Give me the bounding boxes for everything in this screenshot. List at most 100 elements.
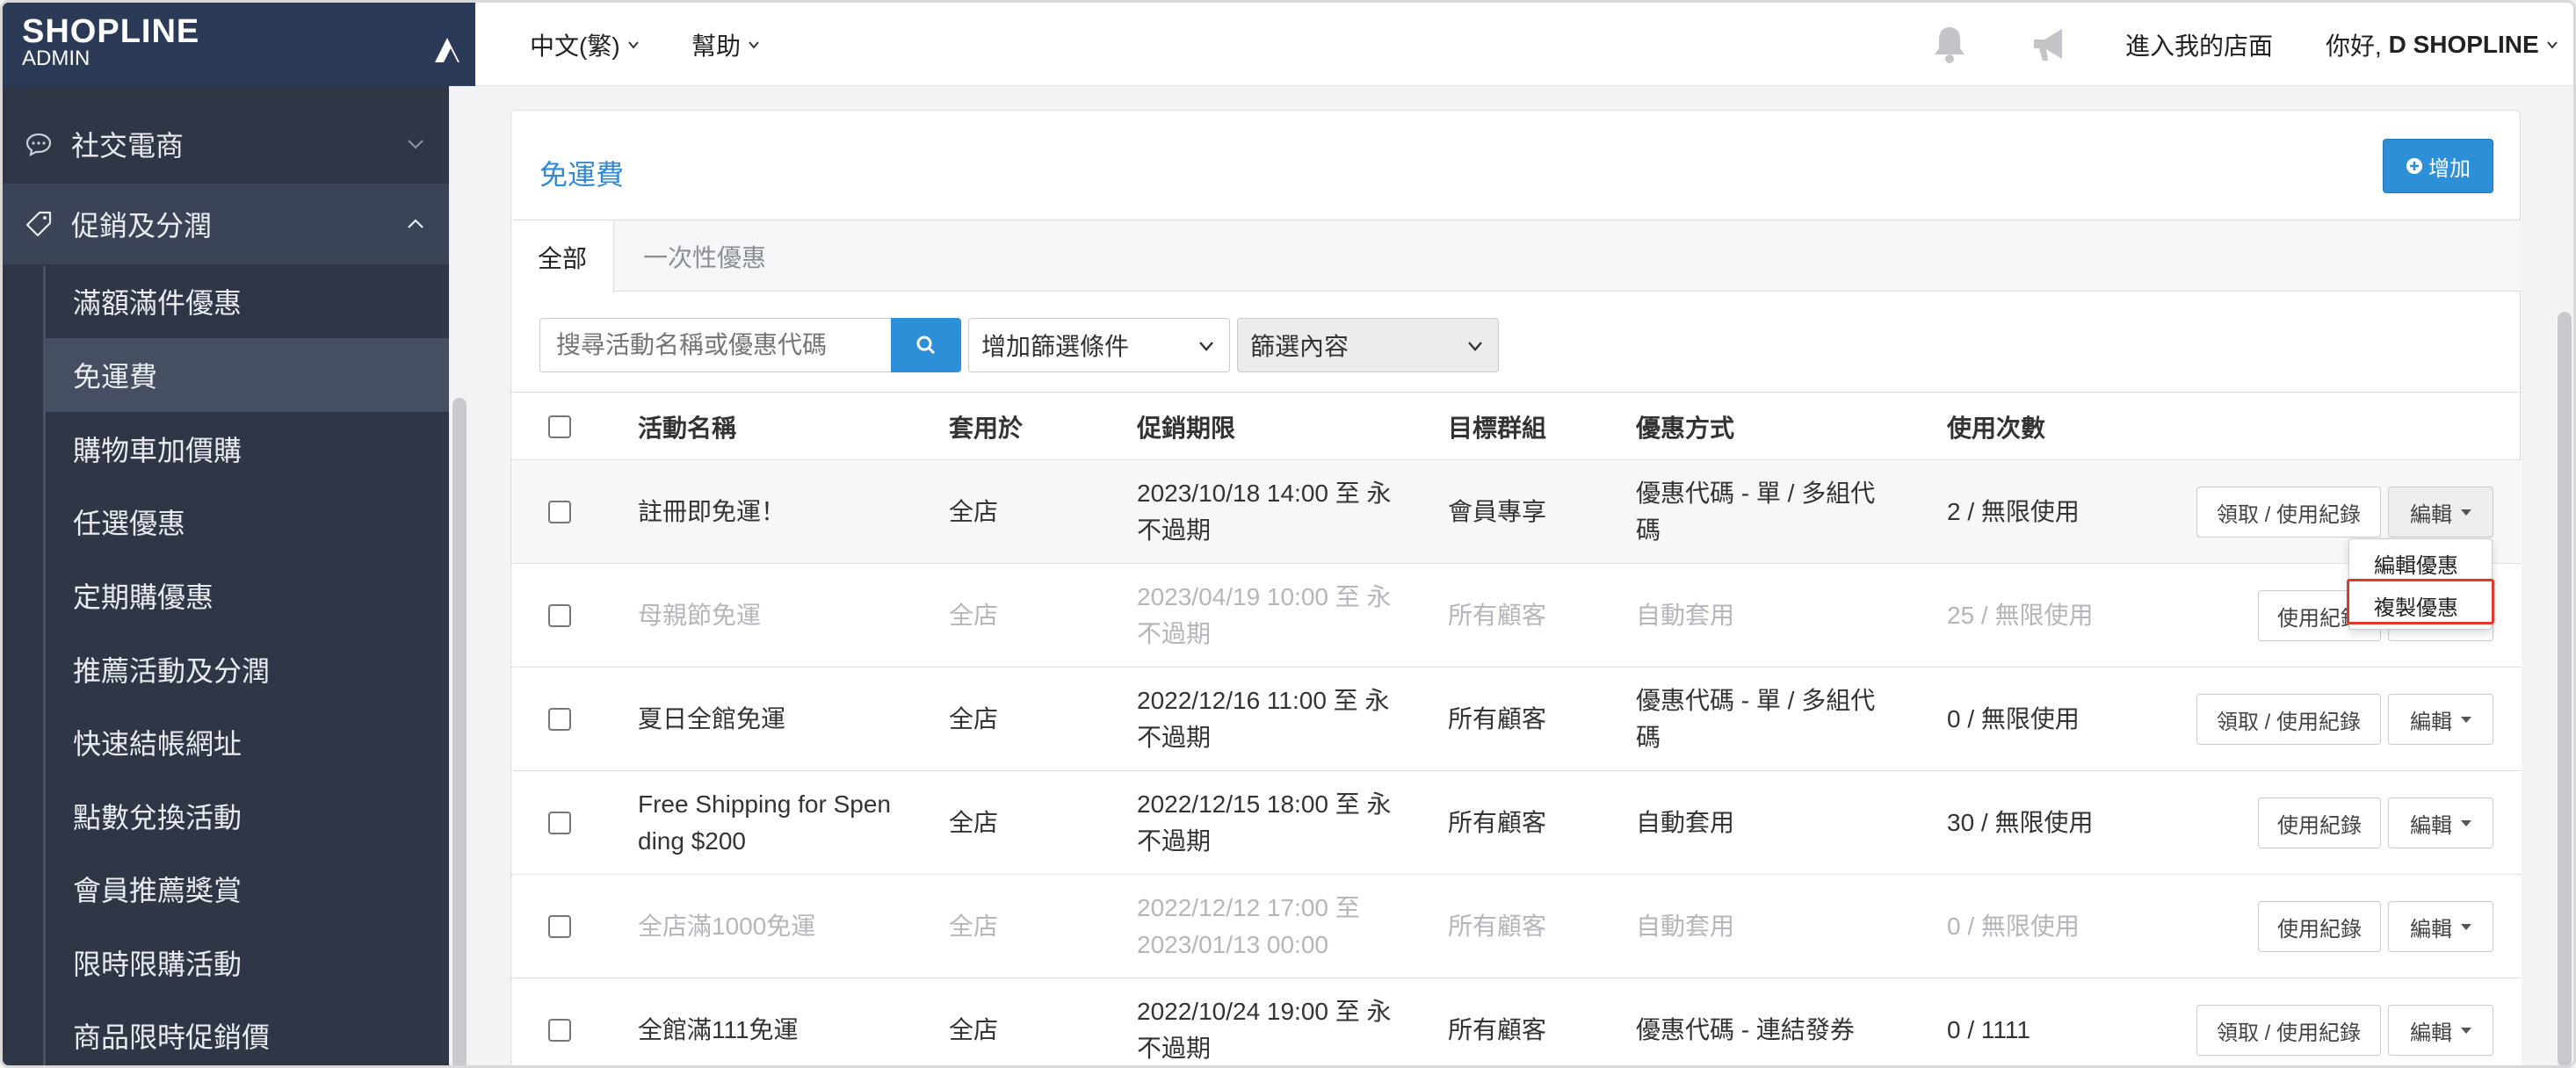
- cell-method: 自動套用: [1636, 913, 1735, 940]
- button-label: 領取 / 使用紀錄: [2216, 1021, 2361, 1045]
- filter-content-select[interactable]: 篩選內容: [1237, 318, 1499, 372]
- bell-icon[interactable]: [1927, 22, 1972, 68]
- sidebar-item-subscription[interactable]: 定期購優惠: [45, 559, 449, 632]
- page-frame: SHOPLINE ADMIN 社交電商 促銷及分潤 滿額滿件優惠 免運費 購物車…: [0, 0, 2576, 1068]
- column-header-applies[interactable]: 套用於: [949, 393, 1023, 461]
- sidebar-group-label: 促銷及分潤: [71, 210, 213, 242]
- row-checkbox[interactable]: [548, 915, 571, 938]
- cell-applies: 全店: [949, 498, 999, 525]
- column-header-usage[interactable]: 使用次數: [1947, 393, 2045, 461]
- edit-dropdown-button[interactable]: 編輯: [2388, 487, 2493, 538]
- sidebar-scrollbar[interactable]: [452, 398, 467, 1065]
- sidebar-item-threshold-discount[interactable]: 滿額滿件優惠: [45, 264, 449, 338]
- help-menu[interactable]: 幫助: [691, 3, 760, 86]
- sidebar-group-promotions[interactable]: 促銷及分潤: [3, 184, 449, 264]
- language-selector[interactable]: 中文(繁): [530, 3, 640, 86]
- row-checkbox[interactable]: [548, 604, 571, 627]
- language-label: 中文(繁): [530, 32, 620, 60]
- cell-usage: 0 / 無限使用: [1947, 913, 2080, 940]
- top-bar: 中文(繁) 幫助 進入我的店面 你好, D SHOPLINE: [475, 3, 2573, 86]
- sidebar-item-limited-purchase[interactable]: 限時限購活動: [45, 926, 449, 999]
- sidebar-item-free-shipping[interactable]: 免運費: [45, 338, 449, 412]
- sidebar-item-points-redemption[interactable]: 點數兌換活動: [45, 779, 449, 853]
- cell-name: 母親節免運: [638, 602, 762, 629]
- chevron-down-icon: [627, 40, 639, 49]
- tab-all[interactable]: 全部: [511, 220, 615, 293]
- cell-usage: 0 / 1111: [1947, 1016, 2030, 1043]
- table-header: 活動名稱 套用於 促銷期限 目標群組 優惠方式 使用次數: [511, 392, 2522, 460]
- button-label: 編輯: [2410, 502, 2452, 527]
- column-header-name[interactable]: 活動名稱: [638, 393, 736, 461]
- cell-usage: 25 / 無限使用: [1947, 602, 2094, 629]
- help-label: 幫助: [691, 32, 742, 60]
- main-scrollbar[interactable]: [2558, 312, 2572, 1065]
- sidebar-item-label: 快速結帳網址: [73, 728, 242, 760]
- logo-area[interactable]: SHOPLINE ADMIN: [3, 3, 475, 86]
- column-header-period[interactable]: 促銷期限: [1137, 393, 1235, 461]
- sidebar-item-bundle-pricing[interactable]: 任選優惠: [45, 485, 449, 559]
- cell-target: 所有顧客: [1448, 1016, 1547, 1043]
- cell-usage: 30 / 無限使用: [1947, 809, 2094, 836]
- sidebar-group-label: 社交電商: [71, 130, 185, 162]
- row-checkbox[interactable]: [548, 501, 571, 523]
- sidebar-item-express-checkout[interactable]: 快速結帳網址: [45, 705, 449, 779]
- cell-method: 優惠代碼 - 單 / 多組代碼: [1636, 480, 1876, 544]
- user-menu[interactable]: 你好, D SHOPLINE: [2326, 3, 2558, 86]
- search-input[interactable]: [539, 318, 891, 372]
- row-checkbox[interactable]: [548, 1019, 571, 1042]
- table-row[interactable]: Free Shipping for Spending $200 全店 2022/…: [511, 771, 2522, 875]
- usage-record-button[interactable]: 使用紀錄: [2258, 797, 2381, 848]
- sidebar-item-label: 推薦活動及分潤: [73, 655, 271, 687]
- tab-label: 一次性優惠: [643, 244, 767, 271]
- edit-dropdown-button[interactable]: 編輯: [2388, 1005, 2493, 1056]
- add-label: 增加: [2428, 156, 2471, 181]
- logo-mark-icon: [405, 3, 475, 86]
- chevron-up-icon: [408, 219, 423, 228]
- caret-down-icon: [2461, 1027, 2471, 1034]
- column-header-method[interactable]: 優惠方式: [1636, 393, 1734, 461]
- sidebar-item-affiliate[interactable]: 推薦活動及分潤: [45, 632, 449, 706]
- usage-record-button[interactable]: 使用紀錄: [2258, 901, 2381, 952]
- sidebar-item-flash-price[interactable]: 商品限時促銷價: [45, 999, 449, 1065]
- cell-method: 優惠代碼 - 連結發券: [1636, 1016, 1855, 1043]
- row-checkbox[interactable]: [548, 812, 571, 834]
- table-row[interactable]: 夏日全館免運 全店 2022/12/16 11:00 至 永不過期 所有顧客 優…: [511, 668, 2522, 771]
- cell-target: 會員專享: [1448, 498, 1547, 525]
- visit-store-link[interactable]: 進入我的店面: [2125, 3, 2273, 86]
- cell-period: 2022/12/16 11:00 至 永不過期: [1137, 687, 1390, 751]
- edit-dropdown-button[interactable]: 編輯: [2388, 901, 2493, 952]
- sidebar-item-cart-addon[interactable]: 購物車加價購: [45, 412, 449, 486]
- table-row[interactable]: 全館滿111免運 全店 2022/10/24 19:00 至 永不過期 所有顧客…: [511, 978, 2522, 1065]
- table-row[interactable]: 註冊即免運！ 全店 2023/10/18 14:00 至 永不過期 會員專享 優…: [511, 460, 2522, 564]
- table-row[interactable]: 母親節免運 全店 2023/04/19 10:00 至 永不過期 所有顧客 自動…: [511, 564, 2522, 668]
- cell-period: 2022/12/12 17:00 至 2023/01/13 00:00: [1137, 894, 1360, 958]
- caret-down-icon: [2461, 819, 2471, 826]
- edit-dropdown-button[interactable]: 編輯: [2388, 694, 2493, 745]
- add-filter-select[interactable]: 增加篩選條件: [968, 318, 1230, 372]
- button-label: 編輯: [2410, 710, 2452, 734]
- cell-name: 註冊即免運！: [638, 498, 786, 525]
- edit-dropdown-button[interactable]: 編輯: [2388, 797, 2493, 848]
- cell-method: 優惠代碼 - 單 / 多組代碼: [1636, 687, 1876, 751]
- tab-one-time[interactable]: 一次性優惠: [617, 220, 792, 292]
- sidebar-item-member-referral[interactable]: 會員推薦獎賞: [45, 852, 449, 926]
- page-title: 免運費: [539, 159, 625, 191]
- sidebar-item-label: 滿額滿件優惠: [73, 287, 242, 319]
- sidebar-group-social-commerce[interactable]: 社交電商: [3, 104, 449, 184]
- sidebar: SHOPLINE ADMIN 社交電商 促銷及分潤 滿額滿件優惠 免運費 購物車…: [3, 3, 475, 1065]
- column-header-target[interactable]: 目標群組: [1448, 393, 1546, 461]
- megaphone-icon[interactable]: [2027, 22, 2073, 68]
- cell-period: 2022/10/24 19:00 至 永不過期: [1137, 998, 1392, 1062]
- search-button[interactable]: [891, 318, 961, 372]
- select-value: 增加篩選條件: [981, 333, 1130, 360]
- add-button[interactable]: 增加: [2383, 139, 2493, 193]
- usage-record-button[interactable]: 領取 / 使用紀錄: [2196, 694, 2381, 745]
- menu-item-edit-offer[interactable]: 編輯優惠: [2349, 543, 2493, 583]
- chevron-down-icon: [408, 140, 423, 149]
- table-row[interactable]: 全店滿1000免運 全店 2022/12/12 17:00 至 2023/01/…: [511, 875, 2522, 978]
- select-all-checkbox[interactable]: [548, 415, 571, 438]
- usage-record-button[interactable]: 領取 / 使用紀錄: [2196, 487, 2381, 538]
- chevron-down-icon: [749, 40, 759, 49]
- row-checkbox[interactable]: [548, 708, 571, 731]
- usage-record-button[interactable]: 領取 / 使用紀錄: [2196, 1005, 2381, 1056]
